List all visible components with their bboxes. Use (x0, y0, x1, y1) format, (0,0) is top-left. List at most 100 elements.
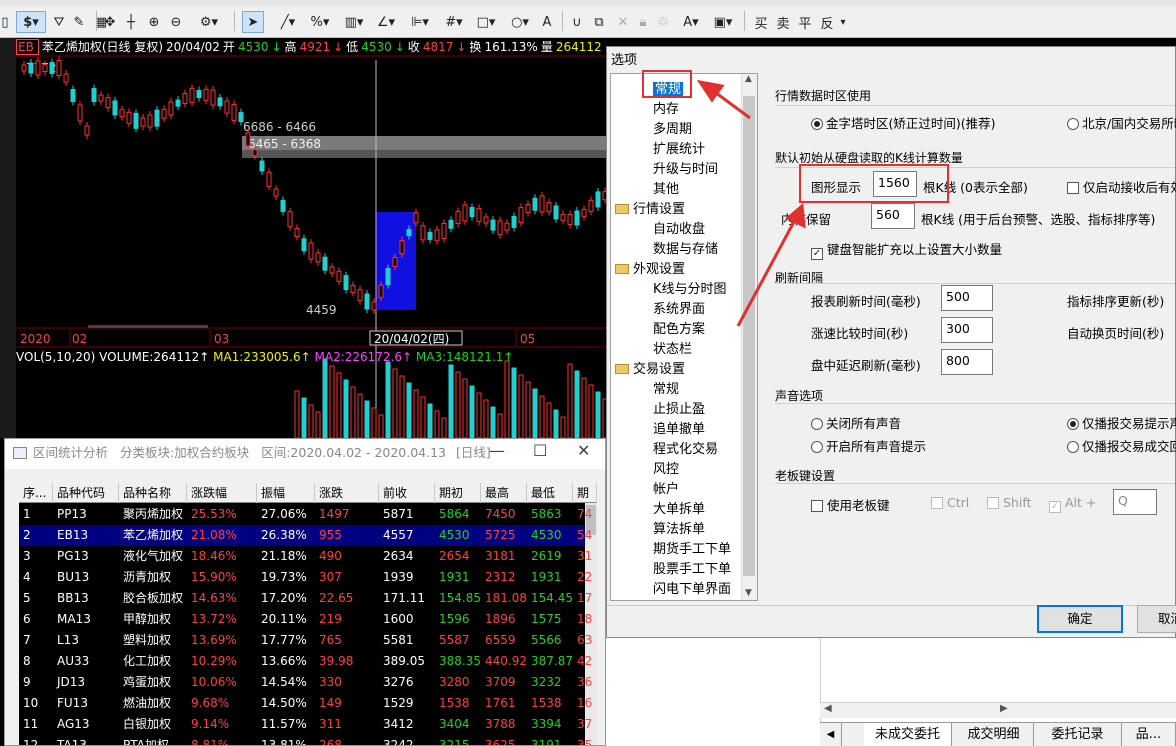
tree-item[interactable]: 数据与存储 (653, 238, 718, 257)
minimize-icon[interactable]: — (489, 441, 505, 460)
column-header[interactable]: 涨跌 (315, 483, 379, 503)
checkbox-checked-icon[interactable]: ✓ (811, 248, 823, 260)
use-boss-key-checkbox[interactable]: 使用老板键 (811, 495, 890, 514)
sound-off-radio[interactable]: 关闭所有声音 (811, 413, 901, 432)
tree-item[interactable]: 期货手工下单 (653, 538, 731, 557)
tree-scrollbar[interactable]: ▲ ▼ (741, 74, 757, 600)
order-hscroll[interactable]: ◀ ▶ (820, 702, 1176, 718)
tree-item[interactable]: 常规 (653, 78, 684, 97)
table-row[interactable]: 9 JD13 鸡蛋加权 10.06% 14.54% 330 3276 3280 3709 3232… (19, 672, 592, 693)
chart-scrollbar[interactable] (88, 325, 208, 328)
tree-item[interactable]: 内存 (653, 98, 679, 117)
filter-icon[interactable]: ⛛ (50, 11, 68, 33)
kline-chart[interactable]: EB 苯乙烯加权(日线 复权) 20/04/02 开 4530 ↓ 高 4921 ↓ 低 4530 ↓… (0, 38, 608, 438)
flat-button[interactable]: 平 (796, 11, 814, 33)
radio-checked-icon[interactable] (811, 118, 823, 130)
tree-item[interactable]: 算法拆单 (653, 518, 705, 537)
sound-trade-done-radio[interactable]: 仅播报交易成交回 (1067, 436, 1176, 455)
table-row[interactable]: 1 PP13 聚丙烯加权 25.53% 27.06% 1497 5871 5864 7450 58… (19, 504, 592, 525)
column-header[interactable]: 序... (19, 483, 53, 503)
tree-item[interactable]: 大单拆单 (653, 498, 705, 517)
column-header[interactable]: 品种代码 (53, 483, 119, 503)
zoom-in-icon[interactable]: ⊕ (144, 11, 164, 33)
table-row[interactable]: 3 PG13 液化气加权 18.46% 21.18% 490 2634 2654 3181 261… (19, 546, 592, 567)
sell-button[interactable]: 卖 (774, 11, 792, 33)
scroll-up-icon[interactable]: ▲ (745, 74, 752, 84)
percent-tool-icon[interactable]: %▾ (306, 11, 334, 33)
report-refresh-input[interactable]: 500 (941, 285, 993, 311)
copy-icon[interactable]: ⧉ (590, 11, 608, 33)
angle-tool-icon[interactable]: ∠▾ (372, 11, 400, 33)
alt-checkbox[interactable]: ✓ Alt + (1049, 495, 1096, 513)
tree-item[interactable]: 自动收盘 (653, 218, 705, 237)
tree-item[interactable]: 升级与时间 (653, 158, 718, 177)
close-icon[interactable]: ✕ (577, 441, 590, 460)
edit-icon[interactable]: ✎ (70, 11, 88, 33)
ctrl-checkbox[interactable]: Ctrl (931, 495, 969, 510)
tab-trade-details[interactable]: 成交明细 (954, 723, 1034, 746)
tree-item[interactable]: 其他 (653, 178, 679, 197)
column-header[interactable]: 最低 (527, 483, 573, 503)
pointer-icon[interactable]: ➤ (242, 11, 264, 33)
tree-item[interactable]: 状态栏 (653, 338, 692, 357)
toolbar-edge-icon[interactable]: ▯ (0, 11, 10, 33)
checkbox-icon[interactable] (931, 497, 943, 509)
table-row[interactable]: 8 AU33 化工加权 10.29% 13.66% 39.98 389.05 388.35 44… (19, 651, 592, 672)
checkbox-icon[interactable] (987, 497, 999, 509)
crosshair-icon[interactable]: ┼ (122, 11, 140, 33)
options-tree[interactable]: ▲ ▼ 常规 内存 多周期 扩展统计 升级与时间 其他 行情设置 自动收盘 数据与存储 外观设置 K… (610, 73, 758, 601)
tree-item[interactable]: K线与分时图 (653, 278, 727, 297)
tree-item[interactable]: 配色方案 (653, 318, 705, 337)
tree-item[interactable]: 追单撤单 (653, 418, 705, 437)
tree-scroll-thumb[interactable] (743, 96, 755, 576)
tree-item[interactable]: 扩展统计 (653, 138, 705, 157)
column-header[interactable]: 振幅 (257, 483, 315, 503)
tz-option-1[interactable]: 金字塔时区(矫正过时间)(推荐) (811, 113, 996, 132)
only-start-checkbox[interactable]: 仅启动接收后有效 (1067, 177, 1176, 196)
tab-order-records[interactable]: 委托记录 (1034, 723, 1122, 746)
settings-icon[interactable]: ⚙▾ (196, 11, 222, 33)
tree-item[interactable]: 交易设置 (615, 358, 685, 377)
tree-item[interactable]: 帐户 (653, 478, 679, 497)
tree-item[interactable]: 行情设置 (615, 198, 685, 217)
move-icon[interactable]: ✥ (100, 11, 120, 33)
text-tool-icon[interactable]: A (538, 11, 556, 33)
tab-more[interactable]: 品... (1122, 723, 1176, 746)
hotkey-input[interactable]: Q (1113, 489, 1157, 515)
color-picker-icon[interactable]: A▾ (678, 11, 704, 33)
checkbox-checked-icon[interactable]: ✓ (1049, 501, 1061, 513)
magnet-icon[interactable]: ∪ (568, 11, 586, 33)
rect-tool-icon[interactable]: □▾ (472, 11, 500, 33)
stat-table[interactable]: 序... 品种代码 品种名称 涨跌幅 振幅 涨跌 前收 期初 最高 最低期 1 PP13 聚丙烯加权 2… (19, 483, 597, 745)
maximize-icon[interactable]: ☐ (533, 441, 547, 460)
tree-item[interactable]: 外观设置 (615, 258, 685, 277)
grid-tool-icon[interactable]: #▾ (440, 11, 468, 33)
table-row[interactable]: 6 MA13 甲醇加权 13.72% 20.11% 219 1600 1596 1896 1575… (19, 609, 592, 630)
radio-icon[interactable] (811, 418, 823, 430)
checkbox-icon[interactable] (1067, 182, 1079, 194)
table-row[interactable]: 7 L13 塑料加权 13.69% 17.77% 765 5581 5587 6559 5566 6… (19, 630, 592, 651)
tab-pending-orders[interactable]: 未成交委托 (864, 723, 952, 746)
radio-icon[interactable] (1067, 118, 1079, 130)
memory-input[interactable]: 560 (871, 203, 915, 229)
table-row[interactable]: 4 BU13 沥青加权 15.90% 19.73% 307 1939 1931 2312 1931… (19, 567, 592, 588)
shift-checkbox[interactable]: Shift (987, 495, 1031, 510)
buy-button[interactable]: 买 (752, 11, 770, 33)
tz-option-2[interactable]: 北京/国内交易所时 (1067, 113, 1176, 132)
radio-icon[interactable] (811, 441, 823, 453)
table-row[interactable]: 2 EB13 苯乙烯加权 21.08% 26.38% 955 4557 4530 5725 453… (19, 525, 592, 546)
sound-all-radio[interactable]: 开启所有声音提示 (811, 436, 926, 455)
ellipse-tool-icon[interactable]: ○▾ (506, 11, 534, 33)
radio-checked-icon[interactable] (1067, 418, 1079, 430)
tab-prev-icon[interactable]: ◀ (820, 723, 842, 746)
column-header[interactable]: 品种名称 (119, 483, 187, 503)
checkbox-icon[interactable] (811, 500, 823, 512)
tree-item[interactable]: 多周期 (653, 118, 692, 137)
sound-trade-only-radio[interactable]: 仅播报交易提示声 (1067, 413, 1176, 432)
radio-icon[interactable] (1067, 441, 1079, 453)
table-row[interactable]: 12 TA13 PTA加权 8.81% 13.81% 268 3242 3215 3625 319… (19, 735, 592, 745)
reverse-button[interactable]: 反 (818, 11, 836, 33)
ok-button[interactable]: 确定 (1037, 605, 1123, 633)
scroll-down-icon[interactable]: ▼ (745, 588, 752, 598)
tree-item[interactable]: 闪电下单界面 (653, 578, 731, 597)
